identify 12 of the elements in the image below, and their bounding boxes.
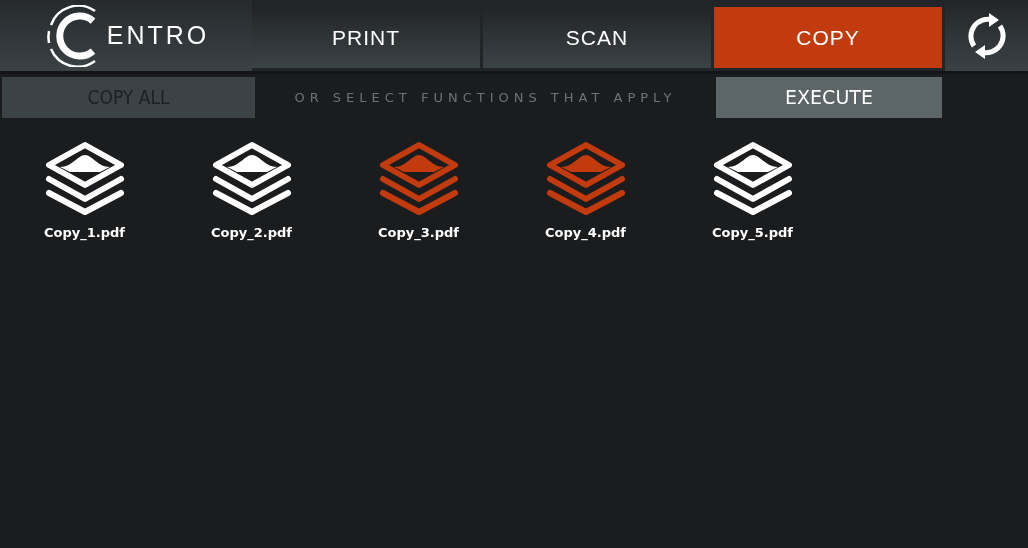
file-stack-icon[interactable] bbox=[43, 141, 126, 215]
file-stack-icon[interactable] bbox=[711, 141, 794, 215]
tab[interactable]: COPY bbox=[714, 7, 942, 68]
execute-button[interactable]: EXECUTE bbox=[716, 77, 942, 118]
file-name: Copy_1.pdf bbox=[44, 224, 125, 243]
file-name: Copy_5.pdf bbox=[712, 224, 793, 243]
instruction-text: OR SELECT FUNCTIONS THAT APPLY bbox=[294, 88, 677, 107]
file-name: Copy_2.pdf bbox=[211, 224, 292, 243]
logo-text: ENTRO bbox=[106, 19, 210, 51]
file-stack-icon[interactable] bbox=[210, 141, 293, 215]
file-name: Copy_3.pdf bbox=[378, 224, 459, 243]
file-name: Copy_4.pdf bbox=[545, 224, 626, 243]
